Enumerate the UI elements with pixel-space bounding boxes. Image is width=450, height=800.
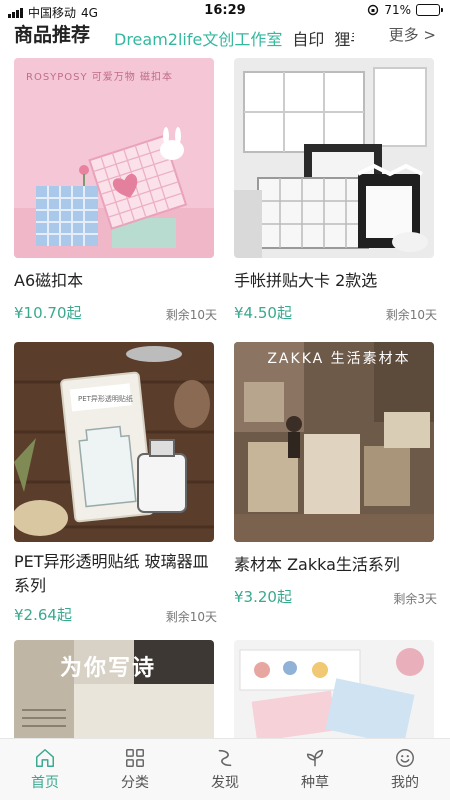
smile-icon: [396, 749, 414, 767]
product-name[interactable]: 素材本 Zakka生活系列: [234, 552, 444, 577]
tab-lishoutie[interactable]: 狸手帖: [334, 26, 354, 50]
tab-dream2life[interactable]: Dream2life文创工作室: [114, 26, 282, 50]
tab-ziyin[interactable]: 自印: [292, 26, 324, 50]
product-price: ¥3.20起: [234, 588, 292, 606]
product-price: ¥10.70起: [14, 304, 82, 322]
battery-percent: 71%: [384, 3, 411, 17]
product-name[interactable]: A6磁扣本: [14, 268, 224, 293]
image-caption: ZAKKA 生活素材本: [267, 351, 411, 367]
image-caption: PET异形透明贴纸: [78, 395, 133, 403]
product-remaining: 剩余10天: [165, 308, 217, 322]
more-link[interactable]: 更多 >: [389, 24, 436, 45]
product-card[interactable]: 为你写诗: [14, 640, 214, 738]
recommend-header: 商品推荐 Dream2life文创工作室 自印 狸手帖 更多 >: [0, 20, 450, 50]
nav-discover-label: 发现: [211, 775, 239, 791]
discover-icon: [218, 749, 232, 767]
product-card[interactable]: 手帐拼贴大卡 2款选 ¥4.50起 剩余10天: [234, 58, 437, 322]
status-right: 71%: [367, 3, 443, 17]
product-image[interactable]: [234, 58, 434, 258]
product-price: ¥4.50起: [234, 304, 292, 322]
battery-icon: [416, 4, 443, 16]
product-remaining: 剩余10天: [385, 308, 437, 322]
product-card[interactable]: ROSYPOSY 可爱万物 磁扣本 A6磁扣本 ¥10.70起 剩余10天: [14, 58, 217, 322]
product-remaining: 剩余10天: [165, 610, 217, 624]
grid-icon: [126, 749, 144, 767]
image-caption: 为你写诗: [60, 656, 157, 681]
sprout-icon: [306, 749, 324, 767]
orientation-lock-icon: [368, 4, 379, 16]
product-image[interactable]: 为你写诗: [14, 640, 214, 738]
product-remaining: 剩余3天: [393, 592, 437, 606]
nav-mine[interactable]: 我的: [360, 739, 450, 800]
shop-tabs: Dream2life文创工作室 自印 狸手帖: [114, 26, 354, 50]
nav-sprout-label: 种草: [301, 775, 329, 791]
nav-sprout[interactable]: 种草: [270, 739, 360, 800]
product-image[interactable]: ROSYPOSY 可爱万物 磁扣本: [14, 58, 214, 258]
product-card[interactable]: ZAKKA 生活素材本 素材本 Zakka生活系列 ¥3.20起 剩余3天: [234, 342, 437, 606]
section-title: 商品推荐: [14, 24, 91, 46]
nav-mine-label: 我的: [391, 775, 419, 791]
nav-discover[interactable]: 发现: [180, 739, 270, 800]
product-name[interactable]: PET异形透明贴纸 玻璃器皿系列: [14, 550, 224, 598]
product-price: ¥2.64起: [14, 606, 72, 624]
nav-home[interactable]: 首页: [0, 739, 90, 800]
product-image[interactable]: [234, 640, 434, 738]
image-caption: ROSYPOSY 可爱万物 磁扣本: [26, 72, 173, 83]
nav-home-label: 首页: [31, 775, 59, 791]
nav-category-label: 分类: [121, 775, 149, 791]
product-image[interactable]: PET异形透明贴纸: [14, 342, 214, 542]
product-image[interactable]: ZAKKA 生活素材本: [234, 342, 434, 542]
bottom-nav: 首页 分类 发现 种草 我的: [0, 738, 450, 800]
product-card[interactable]: PET异形透明贴纸 PET异形透明贴纸 玻璃器皿系列 ¥2.64起 剩余10天: [14, 342, 217, 624]
product-name[interactable]: 手帐拼贴大卡 2款选: [234, 268, 444, 293]
nav-category[interactable]: 分类: [90, 739, 180, 800]
home-icon: [36, 749, 54, 767]
status-bar: 中国移动 4G 16:29 71%: [0, 0, 450, 22]
product-card[interactable]: [234, 640, 434, 738]
